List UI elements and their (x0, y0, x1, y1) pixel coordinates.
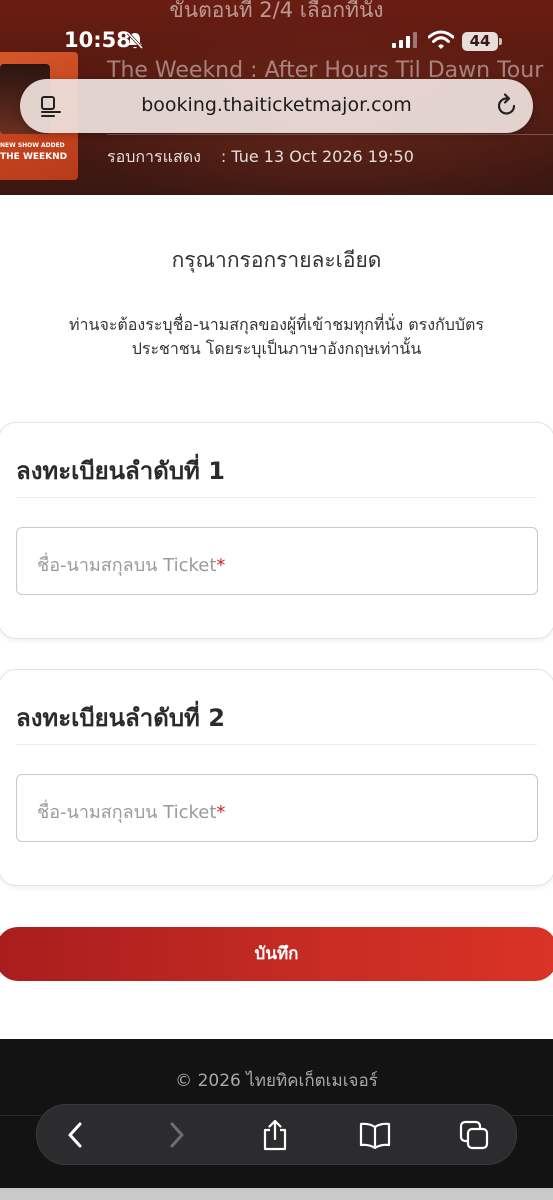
wifi-icon (427, 30, 455, 54)
ticket-name-input-1[interactable]: ชื่อ-นามสกุลบน Ticket* (16, 527, 538, 595)
required-mark: * (216, 555, 226, 576)
back-icon[interactable] (59, 1119, 91, 1151)
form-instructions: ท่านจะต้องระบุชื่อ-นามสกุลของผู้ที่เข้าช… (68, 315, 485, 358)
registration-card-title: ลงทะเบียนลำดับที่ 2 (16, 704, 225, 732)
battery-indicator: 44 (462, 32, 502, 51)
registration-card-title: ลงทะเบียนลำดับที่ 1 (16, 457, 225, 485)
home-indicator-strip (0, 1188, 553, 1200)
card-divider (16, 744, 537, 745)
browser-url-bar[interactable]: booking.thaiticketmajor.com (20, 79, 533, 133)
poster-name: THE WEEKND (0, 152, 68, 162)
ticket-name-input-2[interactable]: ชื่อ-นามสกุลบน Ticket* (16, 774, 538, 842)
reload-icon[interactable] (495, 93, 519, 123)
input-placeholder: ชื่อ-นามสกุลบน Ticket* (37, 555, 226, 576)
poster-tag: NEW SHOW ADDED (0, 142, 65, 149)
registration-card-2: ลงทะเบียนลำดับที่ 2 ชื่อ-นามสกุลบน Ticke… (0, 669, 553, 886)
save-button[interactable]: บันทึก (0, 927, 553, 981)
step-indicator: ขั้นตอนที่ 2/4 เลือกที่นั่ง (169, 0, 384, 22)
silent-bell-icon (126, 31, 144, 55)
tabs-icon[interactable] (458, 1119, 490, 1151)
show-time-label: รอบการแสดง (107, 147, 201, 166)
share-icon[interactable] (259, 1119, 291, 1151)
browser-toolbar (36, 1104, 517, 1165)
status-time: 10:58 (64, 28, 131, 52)
bookmarks-icon[interactable] (359, 1119, 391, 1151)
show-time-info: รอบการแสดง : Tue 13 Oct 2026 19:50 (107, 145, 414, 170)
status-bar: 10:58 44 (0, 26, 553, 56)
header-divider (107, 134, 553, 135)
required-mark: * (216, 802, 226, 823)
url-text[interactable]: booking.thaiticketmajor.com (20, 94, 553, 116)
show-time-value: : Tue 13 Oct 2026 19:50 (220, 147, 414, 166)
input-placeholder: ชื่อ-นามสกุลบน Ticket* (37, 802, 226, 823)
form-title: กรุณากรอกรายละเอียด (171, 248, 382, 272)
cellular-signal-icon (392, 32, 418, 52)
registration-card-1: ลงทะเบียนลำดับที่ 1 ชื่อ-นามสกุลบน Ticke… (0, 422, 553, 639)
card-divider (16, 497, 537, 498)
copyright-text: © 2026 ไทยทิคเก็ตเมเจอร์ (175, 1071, 378, 1091)
forward-icon[interactable] (161, 1119, 193, 1151)
